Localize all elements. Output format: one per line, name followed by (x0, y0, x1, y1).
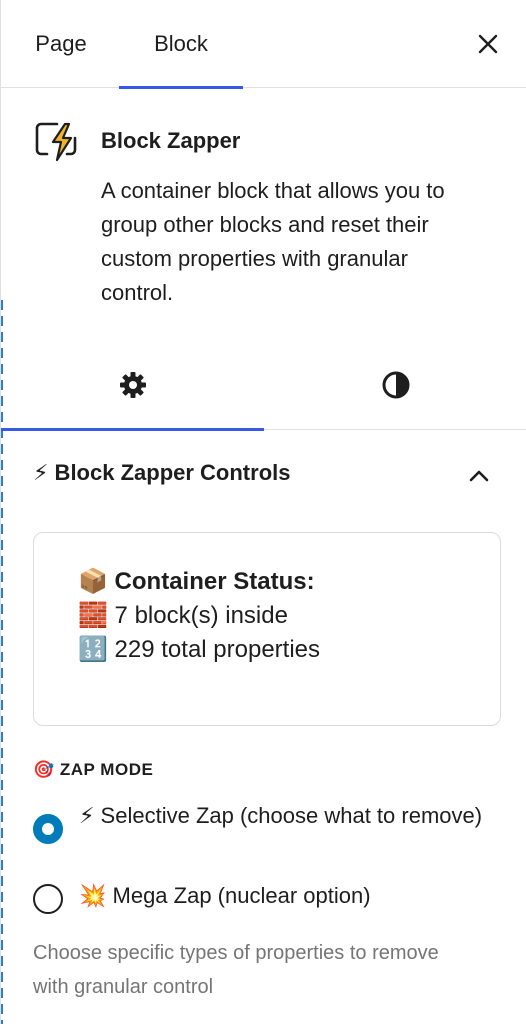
tab-settings[interactable] (1, 340, 264, 431)
zap-mode-label: 🎯 ZAP MODE (33, 760, 154, 779)
tab-page[interactable]: Page (15, 0, 107, 88)
radio-button-checked[interactable] (33, 814, 63, 844)
zap-block-icon (35, 122, 77, 162)
inspector-tabs (1, 340, 526, 431)
zap-mode-help: Choose specific types of properties to r… (33, 942, 439, 998)
radio-label: ⚡ Selective Zap (choose what to remove) (79, 803, 483, 828)
radio-button[interactable] (33, 884, 63, 914)
contrast-icon (382, 371, 409, 399)
zapper-controls-toggle[interactable]: ⚡ Block Zapper Controls (1, 446, 526, 506)
radio-label: 💥 Mega Zap (nuclear option) (79, 883, 371, 908)
panel-title: ⚡ Block Zapper Controls (33, 460, 291, 485)
radio-selective-zap[interactable]: ⚡ Selective Zap (choose what to remove) (33, 800, 503, 864)
status-property-count: 🔢 229 total properties (78, 636, 321, 663)
block-description: A container block that allows you to gro… (101, 178, 445, 305)
container-status-box: 📦 Container Status: 🧱 7 block(s) inside … (33, 532, 501, 726)
tab-styles[interactable] (264, 340, 526, 430)
status-heading: 📦 Container Status: (78, 568, 315, 595)
close-button[interactable] (471, 27, 505, 61)
block-title: Block Zapper (101, 128, 241, 153)
radio-mega-zap[interactable]: 💥 Mega Zap (nuclear option) (33, 880, 503, 920)
close-icon (478, 34, 498, 54)
chevron-up-icon (469, 470, 489, 482)
status-block-count: 🧱 7 block(s) inside (78, 602, 288, 629)
sidebar-tabs: Page Block (1, 0, 526, 89)
gear-icon (119, 372, 146, 398)
block-inspector-panel: Page Block Block Zapper A container bloc… (0, 0, 526, 1024)
tab-block[interactable]: Block (119, 0, 243, 89)
